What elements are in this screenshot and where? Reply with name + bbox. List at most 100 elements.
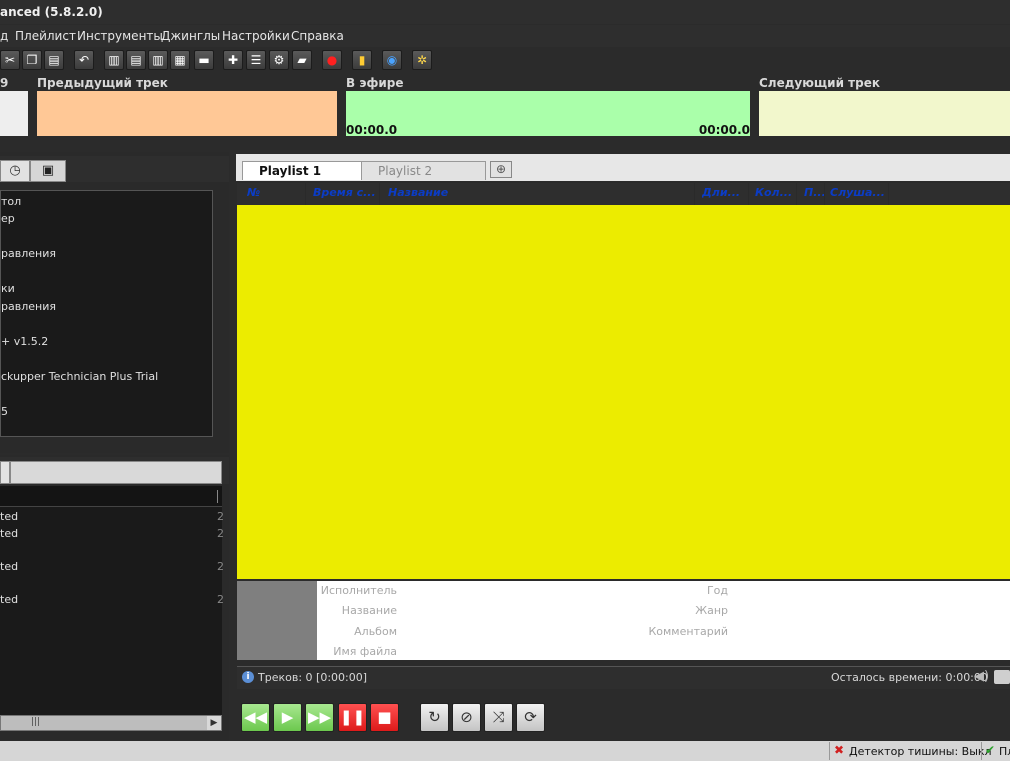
repeat-button[interactable]: ⟳ [516, 703, 545, 732]
info-artist-label: Исполнитель [320, 584, 397, 597]
left-top-tabstrip: ◷ ▣ [0, 156, 229, 182]
layout-5-icon[interactable]: ▬ [194, 50, 214, 70]
column-divider [888, 183, 889, 205]
window-title: anced (5.8.2.0) [0, 5, 103, 19]
info-album-label: Альбом [354, 625, 397, 638]
silence-detector[interactable]: ✖ Детектор тишины: Выкл [829, 742, 992, 760]
copy-icon[interactable]: ❐ [22, 50, 42, 70]
column-divider [748, 183, 749, 205]
next-track-box [759, 91, 1010, 136]
list-item[interactable]: тол [1, 195, 21, 208]
left-bottom-tabstrip [0, 457, 229, 484]
info-icon: i [242, 671, 254, 683]
info-filename-label: Имя файла [333, 645, 397, 658]
list-item[interactable]: 5 [1, 405, 8, 418]
paste-icon[interactable]: ▤ [44, 50, 64, 70]
list-mark: 2 [217, 593, 224, 606]
menu-item-jingles[interactable]: Джинглы [161, 29, 220, 43]
layout-1-icon[interactable]: ▥ [104, 50, 124, 70]
device-tab-icon[interactable]: ▣ [30, 160, 66, 182]
stop-button[interactable]: ■ [370, 703, 399, 732]
clock-tab-icon[interactable]: ◷ [0, 160, 30, 182]
list-item[interactable]: ted [0, 593, 18, 606]
fast-forward-button[interactable]: ▶▶ [305, 703, 334, 732]
left-bottom-header [0, 486, 222, 507]
on-air-time-start: 00:00.0 [346, 123, 398, 137]
column-divider [217, 490, 218, 503]
stats-icon[interactable]: ▮ [352, 50, 372, 70]
cut-icon[interactable]: ✂ [0, 50, 20, 70]
column-count[interactable]: Кол... [755, 186, 795, 199]
toolbar: ✂ ❐ ▤ ↶ ▥ ▤ ▥ ▦ ▬ ✚ ☰ ⚙ ▰ ● ▮ ◉ ✲ [0, 48, 1010, 74]
column-duration[interactable]: Дли... [702, 186, 747, 199]
layout-3-icon[interactable]: ▥ [148, 50, 168, 70]
status-right-item[interactable]: ✔ Пл [981, 742, 1010, 760]
horizontal-scrollbar[interactable]: ||| ▶ [0, 715, 222, 731]
volume-slider[interactable] [994, 670, 1010, 684]
playlist-list[interactable] [237, 205, 1010, 579]
settings-doc-icon[interactable]: ⚙ [269, 50, 289, 70]
status-bar: ✖ Детектор тишины: Выкл ✔ Пл [0, 741, 1010, 761]
left-bottom-panel: ted ted ted ted 2 2 2 2 ||| ▶ [0, 455, 229, 741]
column-divider [305, 183, 306, 205]
album-art [237, 581, 317, 660]
list-item[interactable]: ер [1, 212, 15, 225]
menu-item-tools[interactable]: Инструменты [77, 29, 163, 43]
previous-track-label: Предыдущий трек [37, 76, 168, 90]
pause-button[interactable]: ❚❚ [338, 703, 367, 732]
list-item[interactable]: ckupper Technician Plus Trial [1, 370, 158, 383]
block-button[interactable]: ⊘ [452, 703, 481, 732]
shuffle-button[interactable]: ⤨ [484, 703, 513, 732]
column-p[interactable]: П... [804, 186, 824, 199]
column-title[interactable]: Название [388, 186, 688, 199]
info-comment-label: Комментарий [648, 625, 728, 638]
scroll-grip[interactable]: ||| [31, 717, 40, 727]
list-item[interactable]: + v1.5.2 [1, 335, 48, 348]
rewind-button[interactable]: ◀◀ [241, 703, 270, 732]
repeat-one-button[interactable]: ↻ [420, 703, 449, 732]
list-item[interactable]: ted [0, 560, 18, 573]
play-button[interactable]: ▶ [273, 703, 302, 732]
list-item[interactable]: равления [1, 247, 56, 260]
tab-playlist-1[interactable]: Playlist 1 [242, 161, 366, 180]
open-folder-icon[interactable]: ▰ [292, 50, 312, 70]
column-divider [694, 183, 695, 205]
volume-icon[interactable]: ◀) [974, 669, 989, 684]
settings-icon[interactable]: ✲ [412, 50, 432, 70]
record-icon[interactable]: ● [322, 50, 342, 70]
left-top-panel: ◷ ▣ тол ер равления ки равления + v1.5.2… [0, 152, 229, 453]
list-mark: 2 [217, 510, 224, 523]
menu-item-file[interactable]: д [0, 29, 8, 43]
left-top-list: тол ер равления ки равления + v1.5.2 cku… [0, 190, 213, 437]
list-mark: 2 [217, 560, 224, 573]
check-icon: ✔ [985, 743, 996, 757]
playlist-footer: i Треков: 0 [0:00:00] Осталось времени: … [237, 666, 1010, 689]
undo-icon[interactable]: ↶ [74, 50, 94, 70]
track-left-label: 9 [0, 76, 9, 90]
column-listens[interactable]: Слуша... [830, 186, 888, 199]
add-tab-icon[interactable]: ⊕ [490, 161, 512, 178]
menu-item-playlist[interactable]: Плейлист [15, 29, 76, 43]
status-right-label: Пл [999, 745, 1010, 758]
menu-item-help[interactable]: Справка [291, 29, 344, 43]
menu-bar: д Плейлист Инструменты Джинглы Настройки… [0, 25, 1010, 47]
column-number[interactable]: № [247, 186, 303, 199]
globe-icon[interactable]: ◉ [382, 50, 402, 70]
left-bottom-tab[interactable] [0, 461, 10, 484]
scroll-right-icon[interactable]: ▶ [207, 716, 221, 730]
list-item[interactable]: равления [1, 300, 56, 313]
add-list-icon[interactable]: ☰ [246, 50, 266, 70]
cross-icon: ✖ [834, 743, 845, 757]
tab-playlist-2[interactable]: Playlist 2 [361, 161, 486, 180]
layout-2-icon[interactable]: ▤ [126, 50, 146, 70]
add-track-icon[interactable]: ✚ [223, 50, 243, 70]
info-title-label: Название [341, 604, 397, 617]
on-air-box: 00:00.0 00:00.0 [346, 91, 750, 137]
list-item[interactable]: ted [0, 510, 18, 523]
list-item[interactable]: ted [0, 527, 18, 540]
menu-item-settings[interactable]: Настройки [222, 29, 290, 43]
left-bottom-list: ted ted ted ted 2 2 2 2 [0, 486, 224, 728]
list-item[interactable]: ки [1, 282, 15, 295]
layout-4-icon[interactable]: ▦ [170, 50, 190, 70]
column-start-time[interactable]: Время с... [313, 186, 377, 199]
